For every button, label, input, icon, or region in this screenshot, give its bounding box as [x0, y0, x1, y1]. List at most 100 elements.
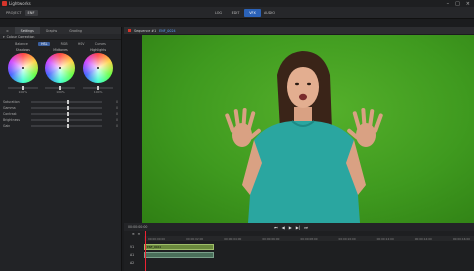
window-controls: – □ × — [447, 1, 474, 7]
midtones-colour-wheel[interactable] — [45, 53, 76, 83]
step-forward-icon[interactable]: ▶| — [296, 225, 300, 230]
highlights-slider[interactable] — [83, 86, 114, 90]
slider-knob[interactable] — [66, 112, 69, 116]
slider-knob[interactable] — [66, 100, 69, 104]
property-row: Gain 0 — [3, 123, 118, 129]
tab-graphs[interactable]: Graphs — [40, 27, 63, 34]
track-name: A2 — [130, 260, 135, 265]
project-name[interactable]: ENF — [24, 9, 38, 16]
property-label: Saturation — [3, 100, 20, 104]
ruler-tick: 00:00:08:00 — [300, 236, 318, 241]
close-icon[interactable]: × — [466, 1, 470, 7]
track-name: V1 — [130, 244, 135, 249]
go-to-end-icon[interactable]: ⏭ — [304, 225, 308, 230]
shadows-slider[interactable] — [7, 86, 38, 90]
track-a2[interactable]: A2 — [124, 259, 474, 266]
zoom-out-icon[interactable]: ⊖ — [138, 232, 141, 236]
wheel-handle[interactable] — [59, 67, 62, 69]
effects-panel-tabs: ≡ Settings Graphs Grading — [0, 27, 121, 34]
ruler-tick: 00:00:06:00 — [262, 236, 280, 241]
tab-log[interactable]: LOG — [210, 9, 227, 17]
ruler-tick: 00:00:04:00 — [224, 236, 242, 241]
section-title: Colour Correction — [6, 34, 35, 39]
timeline-ruler[interactable]: 00:00:00:00 00:00:02:00 00:00:04:00 00:0… — [144, 236, 474, 241]
shadows-colour-wheel[interactable] — [7, 53, 38, 83]
property-value[interactable]: 0 — [108, 118, 118, 122]
transport-bar: 00:00:00:00 ⏮ ◀ ▶ ▶| ⏭ — [124, 223, 474, 231]
contrast-slider[interactable] — [31, 112, 102, 116]
track-a1[interactable]: A1 — [124, 251, 474, 258]
highlights-control: Highlights 100% — [80, 48, 116, 95]
zoom-in-icon[interactable]: ⊕ — [132, 232, 135, 236]
go-to-start-icon[interactable]: ⏮ — [274, 225, 278, 230]
property-value[interactable]: 0 — [108, 106, 118, 110]
colour-wheels: Shadows 100% Midtones 100% Highlights 10… — [0, 48, 121, 95]
maximize-icon[interactable]: □ — [455, 1, 460, 7]
project-selector[interactable]: PROJECT ENF — [0, 9, 38, 16]
highlights-colour-wheel[interactable] — [83, 53, 114, 83]
video-frame — [225, 51, 383, 223]
step-back-icon[interactable]: ◀ — [282, 225, 285, 230]
midtones-control: Midtones 100% — [42, 48, 78, 95]
ruler-tick: 00:00:00:00 — [148, 236, 166, 241]
property-label: Gamma — [3, 106, 16, 110]
audio-clip[interactable] — [144, 251, 214, 258]
saturation-slider[interactable] — [31, 100, 102, 104]
timeline-clip[interactable]: ENF_0024 — [144, 243, 214, 250]
playback-controls: ⏮ ◀ ▶ ▶| ⏭ — [274, 225, 308, 230]
mode-balance[interactable]: Balance — [15, 42, 28, 46]
ruler-tick: 00:00:10:00 — [338, 236, 356, 241]
viewer-header: Sequence #1 ENF_0024 — [124, 27, 474, 34]
ruler-tick: 00:00:16:00 — [452, 236, 470, 241]
sequence-name[interactable]: Sequence #1 — [134, 29, 156, 33]
gain-slider[interactable] — [31, 124, 102, 128]
playhead[interactable] — [145, 231, 146, 271]
slider-knob[interactable] — [66, 124, 69, 128]
property-label: Gain — [3, 124, 11, 128]
wheel-percent: 100% — [93, 90, 103, 94]
record-indicator-icon — [128, 29, 131, 32]
project-label: PROJECT — [6, 10, 22, 15]
main-tabs: LOG EDIT VFX AUDIO — [210, 9, 278, 17]
tab-audio[interactable]: AUDIO — [261, 9, 278, 17]
video-viewer[interactable] — [142, 35, 474, 223]
tab-vfx[interactable]: VFX — [244, 9, 261, 17]
tab-menu[interactable]: ≡ — [0, 27, 15, 34]
tab-settings[interactable]: Settings — [14, 27, 40, 34]
chevron-down-icon: ▾ — [3, 34, 5, 39]
track-name: A1 — [130, 252, 135, 257]
mode-rgb[interactable]: RGB — [61, 42, 68, 46]
shadows-control: Shadows 100% — [5, 48, 41, 95]
property-label: Contrast — [3, 112, 17, 116]
colour-mode-tabs: Balance HSL RGB HSV Curves — [0, 40, 121, 48]
ruler-tick: 00:00:12:00 — [376, 236, 394, 241]
ruler-tick: 00:00:14:00 — [414, 236, 432, 241]
midtones-slider[interactable] — [45, 86, 76, 90]
mode-curves[interactable]: Curves — [95, 42, 106, 46]
timecode-display[interactable]: 00:00:00:00 — [124, 225, 154, 229]
wheel-handle[interactable] — [97, 67, 100, 69]
title-bar: Lightworks – □ × — [0, 0, 474, 7]
timeline[interactable]: ⊕ ⊖ 00:00:00:00 00:00:02:00 00:00:04:00 … — [124, 231, 474, 271]
wheel-percent: 100% — [56, 90, 65, 94]
clip-name[interactable]: ENF_0024 — [159, 29, 176, 33]
app-logo-icon — [2, 1, 7, 6]
property-value[interactable]: 0 — [108, 112, 118, 116]
track-v1[interactable]: V1 ENF_0024 — [124, 243, 474, 250]
brightness-slider[interactable] — [31, 118, 102, 122]
minimize-icon[interactable]: – — [447, 1, 450, 7]
slider-knob[interactable] — [66, 106, 69, 110]
wheel-handle[interactable] — [21, 67, 24, 69]
mode-hsv[interactable]: HSV — [78, 42, 85, 46]
gamma-slider[interactable] — [31, 106, 102, 110]
play-icon[interactable]: ▶ — [289, 225, 292, 230]
tab-edit[interactable]: EDIT — [227, 9, 244, 17]
tab-grading[interactable]: Grading — [63, 27, 88, 34]
property-value[interactable]: 0 — [108, 124, 118, 128]
property-value[interactable]: 0 — [108, 100, 118, 104]
mode-hsl[interactable]: HSL — [38, 42, 51, 46]
slider-knob[interactable] — [66, 118, 69, 122]
property-list: Saturation 0 Gamma 0 Contrast 0 Brightne… — [0, 99, 121, 129]
app-title: Lightworks — [9, 1, 31, 6]
effects-panel: ≡ Settings Graphs Grading ▾ Colour Corre… — [0, 27, 122, 271]
